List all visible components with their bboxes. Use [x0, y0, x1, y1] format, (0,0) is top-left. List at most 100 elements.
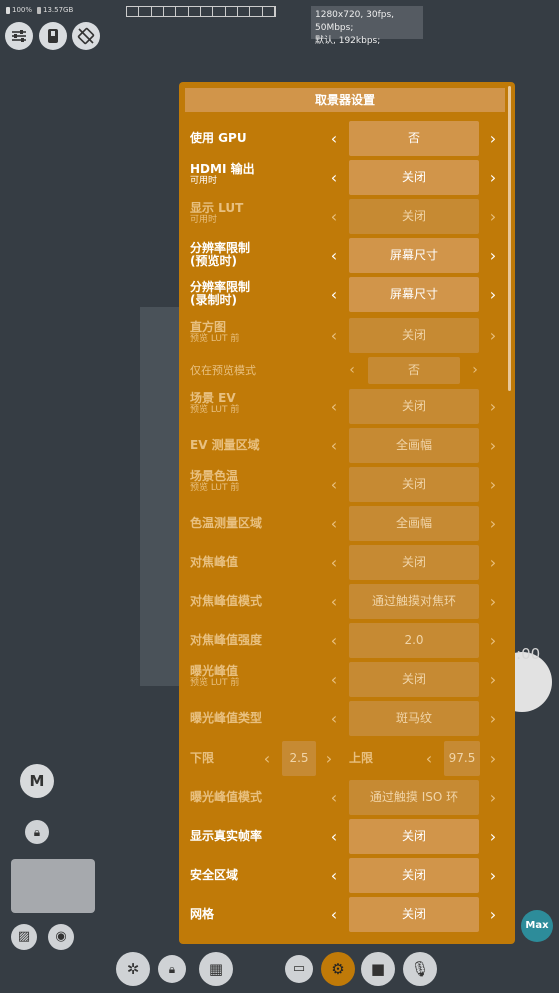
prev-arrow-button[interactable]: ‹ [345, 362, 359, 378]
setting-label: 曝光峰值 [190, 664, 239, 678]
prev-arrow-button[interactable]: ‹ [327, 328, 341, 344]
setting-value[interactable]: 关闭 [349, 199, 479, 234]
setting-row-grid: 网格 ‹ 关闭 › [190, 896, 502, 933]
audio-level-meter [126, 6, 276, 17]
exposure-lock-button[interactable]: 🔒︎ [158, 955, 186, 983]
setting-value[interactable]: 全画幅 [349, 506, 479, 541]
lower-limit-label: 下限 [190, 751, 215, 765]
setting-value[interactable]: 关闭 [349, 160, 479, 195]
lower-limit-value[interactable]: 2.5 [282, 741, 316, 776]
lower-next-arrow-button[interactable]: › [322, 751, 336, 767]
next-arrow-button[interactable]: › [486, 477, 500, 493]
setting-value[interactable]: 关闭 [349, 318, 479, 353]
setting-value[interactable]: 全画幅 [349, 428, 479, 463]
setting-label: 使用 GPU [190, 131, 247, 145]
lower-prev-arrow-button[interactable]: ‹ [260, 751, 274, 767]
setting-row-focus-peaking-mode: 对焦峰值模式 ‹ 通过触摸对焦环 › [190, 583, 502, 620]
status-bar: 100% 13.57GB [6, 6, 73, 14]
setting-value[interactable]: 斑马纹 [349, 701, 479, 736]
next-arrow-button[interactable]: › [486, 248, 500, 264]
setting-value[interactable]: 关闭 [349, 389, 479, 424]
next-arrow-button[interactable]: › [468, 362, 482, 378]
setting-label-suffix: (预览时) [190, 254, 237, 268]
setting-value[interactable]: 2.0 [349, 623, 479, 658]
prev-arrow-button[interactable]: ‹ [327, 672, 341, 688]
setting-value[interactable]: 否 [349, 121, 479, 156]
prev-arrow-button[interactable]: ‹ [327, 829, 341, 845]
setting-value[interactable]: 通过触摸对焦环 [349, 584, 479, 619]
battery-icon [6, 6, 10, 14]
setting-label: 场景 EV [190, 391, 236, 405]
next-arrow-button[interactable]: › [486, 672, 500, 688]
next-arrow-button[interactable]: › [486, 633, 500, 649]
next-arrow-button[interactable]: › [486, 438, 500, 454]
setting-sublabel: 预览 LUT 前 [190, 405, 240, 415]
prev-arrow-button[interactable]: ‹ [327, 711, 341, 727]
setting-value[interactable]: 否 [368, 357, 460, 384]
next-arrow-button[interactable]: › [486, 829, 500, 845]
files-button[interactable]: ▭ [285, 955, 313, 983]
setting-label: 直方图 [190, 320, 227, 334]
next-arrow-button[interactable]: › [486, 287, 500, 303]
setting-value[interactable]: 关闭 [349, 545, 479, 580]
settings-button[interactable]: ⚙︎ [321, 952, 355, 986]
next-arrow-button[interactable]: › [486, 868, 500, 884]
setting-value[interactable]: 关闭 [349, 467, 479, 502]
prev-arrow-button[interactable]: ‹ [327, 555, 341, 571]
next-arrow-button[interactable]: › [486, 209, 500, 225]
prev-arrow-button[interactable]: ‹ [327, 633, 341, 649]
zebra-button[interactable]: ▨ [11, 924, 37, 950]
video-settings-button[interactable]: ■ [361, 952, 395, 986]
prev-arrow-button[interactable]: ‹ [327, 287, 341, 303]
rotation-lock-button[interactable] [72, 22, 100, 50]
setting-row-gpu: 使用 GPU ‹ 否 › [190, 120, 502, 157]
setting-value[interactable]: 屏幕尺寸 [349, 277, 479, 312]
prev-arrow-button[interactable]: ‹ [327, 516, 341, 532]
device-button[interactable] [39, 22, 67, 50]
aperture-button[interactable]: ✲ [116, 952, 150, 986]
processor-button[interactable]: ▦ [199, 952, 233, 986]
setting-value[interactable]: 通过触摸 ISO 环 [349, 780, 479, 815]
setting-value[interactable]: 屏幕尺寸 [349, 238, 479, 273]
prev-arrow-button[interactable]: ‹ [327, 248, 341, 264]
next-arrow-button[interactable]: › [486, 170, 500, 186]
prev-arrow-button[interactable]: ‹ [327, 868, 341, 884]
upper-limit-value[interactable]: 97.5 [444, 741, 480, 776]
next-arrow-button[interactable]: › [486, 790, 500, 806]
max-button[interactable]: Max [521, 910, 553, 942]
gallery-thumbnail[interactable] [11, 859, 95, 913]
prev-arrow-button[interactable]: ‹ [327, 131, 341, 147]
next-arrow-button[interactable]: › [486, 131, 500, 147]
next-arrow-button[interactable]: › [486, 399, 500, 415]
prev-arrow-button[interactable]: ‹ [327, 907, 341, 923]
setting-value[interactable]: 关闭 [349, 819, 479, 854]
prev-arrow-button[interactable]: ‹ [327, 170, 341, 186]
prev-arrow-button[interactable]: ‹ [327, 399, 341, 415]
prev-arrow-button[interactable]: ‹ [327, 438, 341, 454]
audio-settings-button[interactable]: 🎙︎ [403, 952, 437, 986]
lens-icon: ◉ [55, 929, 67, 944]
setting-value[interactable]: 关闭 [349, 897, 479, 932]
upper-next-arrow-button[interactable]: › [486, 751, 500, 767]
next-arrow-button[interactable]: › [486, 555, 500, 571]
prev-arrow-button[interactable]: ‹ [327, 790, 341, 806]
panel-scrollbar[interactable] [508, 86, 511, 391]
prev-arrow-button[interactable]: ‹ [327, 594, 341, 610]
settings-sliders-button[interactable] [5, 22, 33, 50]
upper-prev-arrow-button[interactable]: ‹ [422, 751, 436, 767]
lock-button[interactable]: 🔒︎ [25, 820, 49, 844]
next-arrow-button[interactable]: › [486, 907, 500, 923]
next-arrow-button[interactable]: › [486, 328, 500, 344]
setting-row-hdmi: HDMI 输出 可用时 ‹ 关闭 › [190, 159, 502, 196]
prev-arrow-button[interactable]: ‹ [327, 477, 341, 493]
next-arrow-button[interactable]: › [486, 711, 500, 727]
lens-button[interactable]: ◉ [48, 924, 74, 950]
manual-mode-button[interactable]: M [20, 764, 54, 798]
setting-value[interactable]: 关闭 [349, 858, 479, 893]
setting-row-preview-only: 仅在预览模式 ‹ 否 › [190, 356, 502, 384]
prev-arrow-button[interactable]: ‹ [327, 209, 341, 225]
next-arrow-button[interactable]: › [486, 516, 500, 532]
setting-label: 仅在预览模式 [190, 364, 256, 377]
setting-value[interactable]: 关闭 [349, 662, 479, 697]
next-arrow-button[interactable]: › [486, 594, 500, 610]
